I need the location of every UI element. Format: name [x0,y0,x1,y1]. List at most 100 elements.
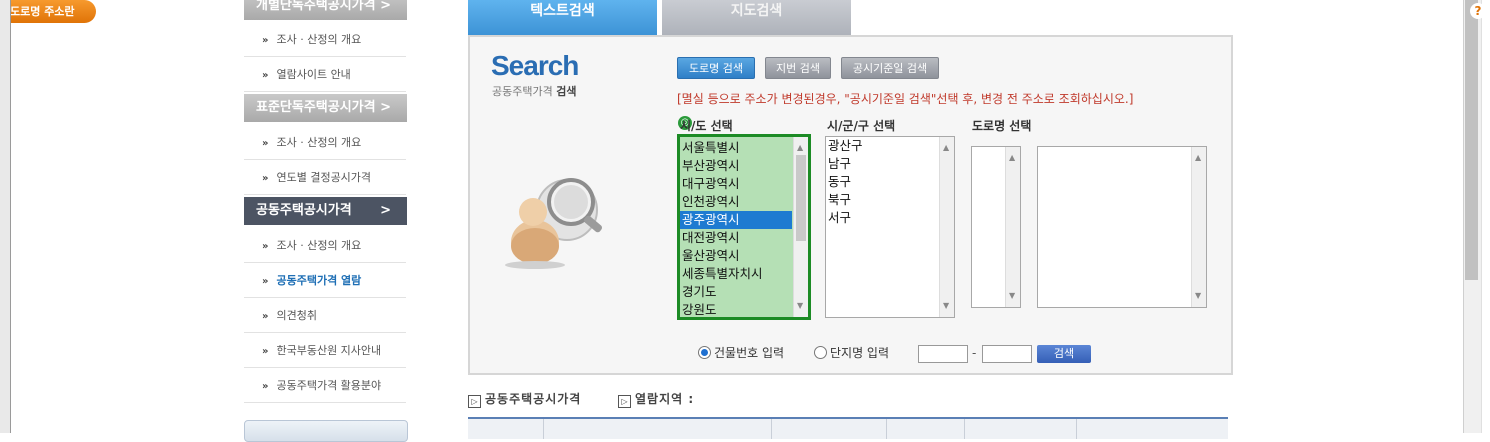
scroll-down-icon[interactable]: ▼ [943,297,949,315]
list-scroll-thumb[interactable] [796,155,806,241]
sido-select-list[interactable]: 서울특별시 부산광역시 대구광역시 인천광역시 광주광역시 대전광역시 울산광역시 세종특별자… [677,134,811,320]
scroll-down-icon[interactable]: ▼ [797,297,803,315]
window-right-border [1481,0,1490,433]
bullet-icon: » [262,346,269,357]
tab-text-search[interactable]: 텍스트검색 [468,0,657,35]
radio-label: 건물번호 입력 [714,346,785,360]
sidebar-section-standard-house[interactable]: 표준단독주택공시가격 > [244,94,407,122]
sidebar-item-apartment-price-view[interactable]: » 공동주택가격 열람 [244,264,406,298]
sido-option[interactable]: 강원도 [680,301,792,317]
sidebar-item-label: 열람사이트 안내 [276,68,351,81]
bullet-icon: » [262,173,269,184]
sidebar-item-survey-overview-3[interactable]: » 조사 · 산정의 개요 [244,229,406,263]
dash-separator: - [972,346,977,360]
sidebar-item-branch-guide[interactable]: » 한국부동산원 지사안내 [244,334,406,368]
sigungu-option[interactable]: 남구 [826,155,954,173]
bullet-icon: » [262,138,269,149]
table-column-divider [543,419,544,439]
sidebar-item-opinion[interactable]: » 의견청취 [244,299,406,333]
list-scrollbar[interactable]: ▲ ▼ [939,137,954,317]
result-table-header [468,419,1228,439]
table-column-divider [1076,419,1077,439]
page-scrollbar-thumb[interactable] [1465,0,1478,280]
radio-checked-icon[interactable] [698,346,711,359]
sido-option[interactable]: 세종특별자치시 [680,265,792,283]
notice-text: [멸실 등으로 주소가 변경된경우, "공시기준일 검색"선택 후, 변경 전 … [677,92,1134,106]
price-info-text: 공동주택공시가격 [485,392,582,406]
price-info-label: ▷ 공동주택공시가격 [468,390,581,408]
sigungu-option[interactable]: 북구 [826,191,954,209]
scroll-down-icon[interactable]: ▼ [1009,287,1015,305]
road-initial-select-list[interactable]: ▲ ▼ [971,146,1021,308]
sido-option[interactable]: 서울특별시 [680,139,792,157]
sidebar-item-usage-area[interactable]: » 공동주택가격 활용분야 [244,369,406,403]
sidebar-item-label: 조사 · 산정의 개요 [276,33,362,46]
bullet-icon: » [262,381,269,392]
chevron-right-icon: > [380,0,391,13]
sido-option[interactable]: 울산광역시 [680,247,792,265]
table-column-divider [886,419,887,439]
date-search-button[interactable]: 공시기준일 검색 [841,57,939,79]
road-name-select-list[interactable]: ▲ ▼ [1037,146,1207,308]
sido-option[interactable]: 대구광역시 [680,175,792,193]
sidebar-item-site-guide[interactable]: » 열람사이트 안내 [244,58,406,92]
bullet-icon: » [262,276,269,287]
building-number-sub-input[interactable] [982,345,1032,363]
sidebar-item-yearly-price[interactable]: » 연도별 결정공시가격 [244,161,406,195]
chevron-right-icon: > [380,100,391,115]
sidebar-section-apartment[interactable]: 공동주택공시가격 > [244,197,407,225]
tab-map-search[interactable]: 지도검색 [662,0,851,35]
scroll-up-icon[interactable]: ▲ [943,139,949,157]
sigungu-select-list[interactable]: 광산구 남구 동구 북구 서구 ▲ ▼ [825,136,955,318]
sidebar-section-label: 개별단독주택공시가격 [256,0,376,13]
scroll-down-icon[interactable]: ▼ [1195,287,1201,305]
building-number-radio[interactable]: 건물번호 입력 [698,344,784,361]
sidebar-item-label: 조사 · 산정의 개요 [276,239,362,252]
sigungu-options: 광산구 남구 동구 북구 서구 [826,137,954,227]
sido-option[interactable]: 부산광역시 [680,157,792,175]
logo-sub-prefix: 공동주택가격 [492,85,553,98]
bullet-icon: » [262,241,269,252]
search-button[interactable]: 검색 [1037,345,1091,363]
sidebar-item-label: 연도별 결정공시가격 [276,171,372,184]
scroll-up-icon[interactable]: ▲ [1195,149,1201,167]
table-column-divider [964,419,965,439]
sidebar-section-label: 표준단독주택공시가격 [256,100,376,115]
lot-search-button[interactable]: 지번 검색 [765,57,831,79]
chevron-right-icon: > [380,203,391,218]
sigungu-option[interactable]: 동구 [826,173,954,191]
sido-label: 시/도 선택 [680,119,733,133]
scroll-up-icon[interactable]: ▲ [1009,149,1015,167]
person-magnifier-icon [505,178,603,269]
road-label: 도로명 선택 [972,119,1032,133]
list-scrollbar[interactable]: ▲ ▼ [1191,147,1206,307]
sidebar-item-survey-overview-2[interactable]: » 조사 · 산정의 개요 [244,126,406,160]
sidebar-item-survey-overview-1[interactable]: » 조사 · 산정의 개요 [244,23,406,57]
sidebar-item-label: 의견청취 [276,309,317,322]
building-number-main-input[interactable] [918,345,968,363]
sigungu-option[interactable]: 서구 [826,209,954,227]
sigungu-option[interactable]: 광산구 [826,137,954,155]
sido-option[interactable]: 경기도 [680,283,792,301]
window-left-border [0,0,11,433]
road-search-button[interactable]: 도로명 검색 [677,57,755,79]
radio-label: 단지명 입력 [830,346,890,360]
sidebar-item-label: 한국부동산원 지사안내 [276,344,382,357]
complex-name-radio[interactable]: 단지명 입력 [814,344,889,361]
sidebar-item-label: 공동주택가격 활용분야 [276,379,382,392]
region-info-text: 열람지역 : [635,392,695,406]
radio-unchecked-icon[interactable] [814,346,827,359]
sido-option[interactable]: 인천광역시 [680,193,792,211]
sido-option[interactable]: 대전광역시 [680,229,792,247]
sido-option[interactable]: 광주광역시 [680,211,792,229]
bullet-icon: » [262,35,269,46]
sidebar-section-individual-house[interactable]: 개별단독주택공시가격 > [244,0,407,20]
bullet-icon: » [262,311,269,322]
sidebar-item-label: 조사 · 산정의 개요 [276,136,362,149]
road-address-guide-button[interactable]: 도로명 주소란 ? [0,0,1486,23]
logo-sub-bold: 검색 [556,85,577,98]
list-scrollbar[interactable]: ▲ ▼ [793,137,808,317]
sidebar-item-label: 공동주택가격 열람 [276,274,362,287]
list-scrollbar[interactable]: ▲ ▼ [1005,147,1020,307]
sidebar-banner[interactable] [244,420,408,442]
